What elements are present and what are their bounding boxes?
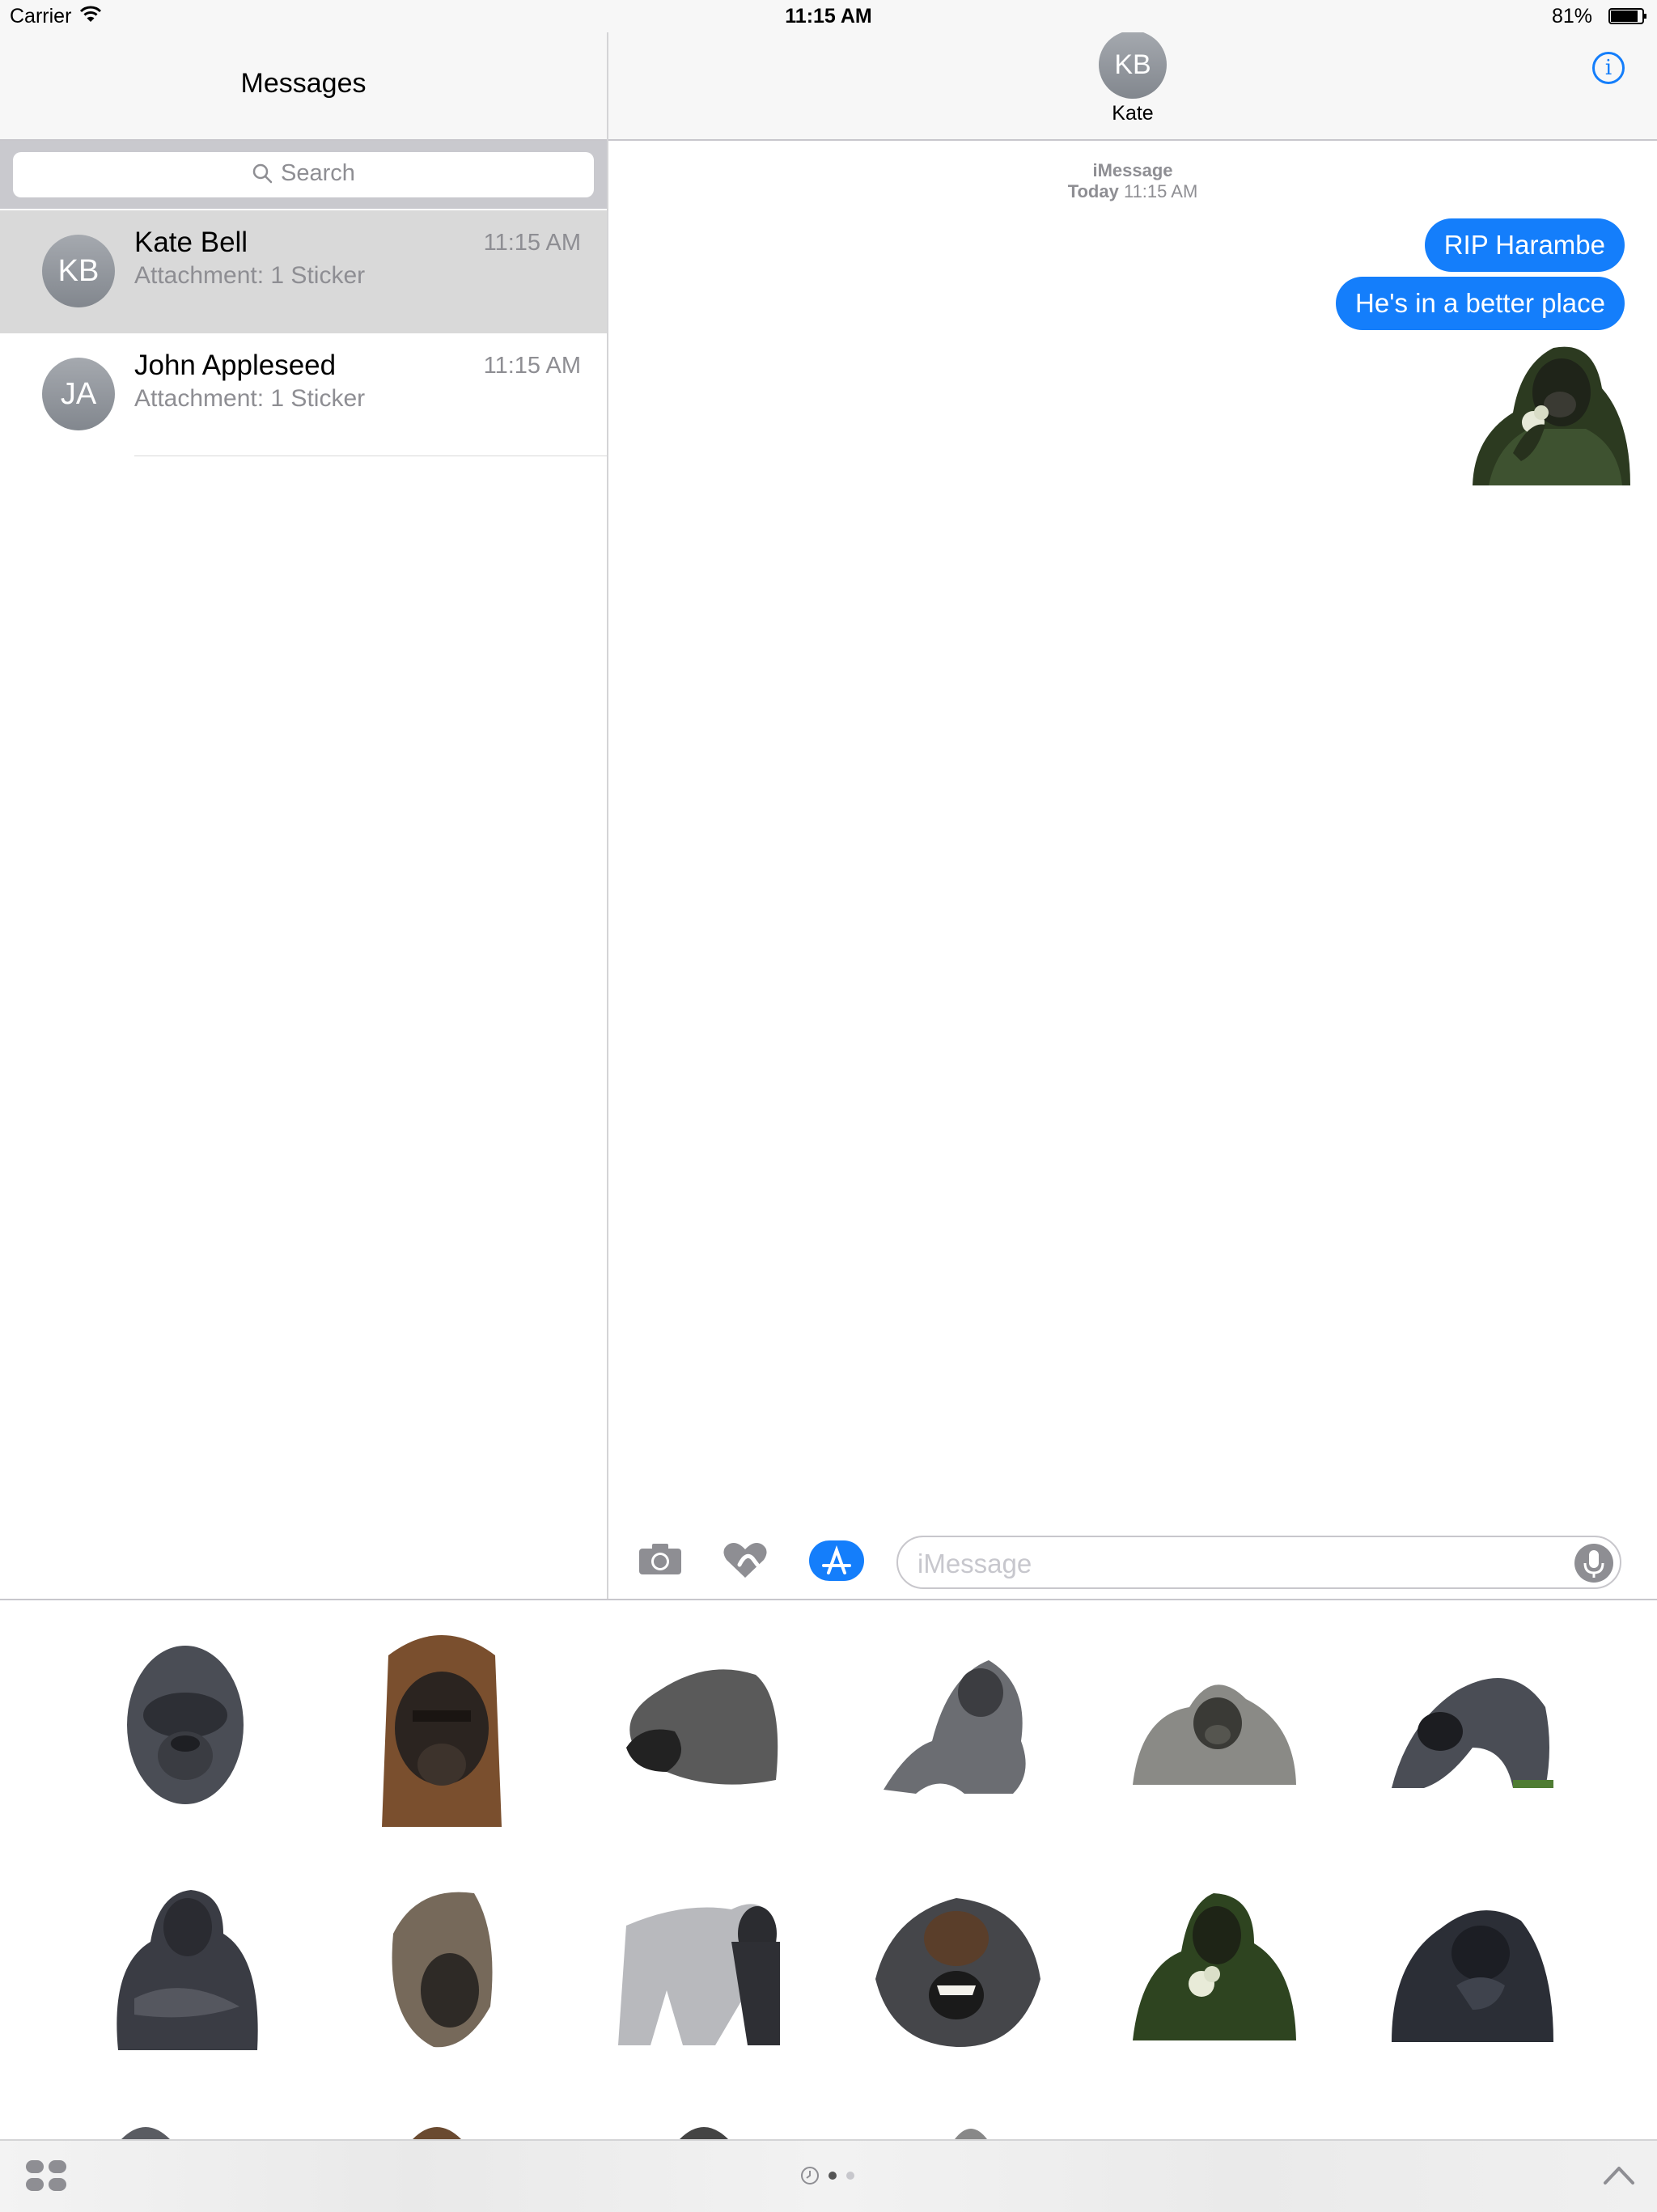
search-input[interactable]: Search <box>13 152 594 197</box>
sticker-gorilla-face-front[interactable] <box>125 1642 246 1807</box>
info-icon[interactable]: i <box>1592 52 1625 84</box>
app-drawer-bar <box>0 2139 1657 2212</box>
sticker-gorilla-face-brown[interactable] <box>380 1623 503 1827</box>
conversation-time: 11:15 AM <box>483 230 581 256</box>
conversation-sidebar: Messages Search KB Kate Bell Attachment:… <box>0 0 608 1599</box>
sticker-gorilla-knuckle-walk[interactable] <box>1392 1659 1553 1790</box>
status-time: 11:15 AM <box>785 5 872 28</box>
sticker-partial[interactable] <box>955 2125 987 2139</box>
app-drawer-icon[interactable] <box>24 2157 68 2198</box>
sent-message-bubble[interactable]: RIP Harambe <box>1424 218 1625 272</box>
sticker-partial[interactable] <box>121 2123 170 2139</box>
sticker-gorilla-profile-head[interactable] <box>618 1659 782 1791</box>
avatar: KB <box>42 235 115 307</box>
status-bar: Carrier 11:15 AM 81% <box>0 0 1657 32</box>
conversation-time: 11:15 AM <box>483 353 581 379</box>
page-indicator-dot-active[interactable] <box>828 2172 837 2180</box>
sticker-gorilla-holding-flower[interactable] <box>1133 1887 1296 2045</box>
sticker-gorilla-head-tilted[interactable] <box>385 1885 498 2050</box>
recents-clock-icon[interactable] <box>799 2165 820 2190</box>
search-placeholder: Search <box>281 160 355 186</box>
sticker-gorilla-open-mouth[interactable] <box>875 1890 1040 2049</box>
message-input[interactable]: iMessage <box>896 1536 1621 1589</box>
sticker-gorilla-sitting[interactable] <box>1133 1667 1296 1785</box>
chevron-up-icon[interactable] <box>1602 2163 1636 2190</box>
microphone-icon[interactable] <box>1574 1544 1613 1583</box>
sidebar-title: Messages <box>240 68 367 99</box>
conversation-preview: Attachment: 1 Sticker <box>134 262 366 289</box>
battery-percent: 81% <box>1551 5 1592 28</box>
message-placeholder: iMessage <box>917 1549 1032 1578</box>
conversation-name: John Appleseed <box>134 350 337 381</box>
sticker-partial[interactable] <box>680 2123 728 2139</box>
sent-message-bubble[interactable]: He's in a better place <box>1336 277 1625 330</box>
search-bar: Search <box>0 141 607 209</box>
sticker-gorilla-seated-arms-crossed[interactable] <box>110 1885 262 2050</box>
contact-name[interactable]: Kate <box>608 102 1657 125</box>
sticker-silverback-side[interactable] <box>618 1893 780 2045</box>
conversation-row-john-appleseed[interactable]: JA John Appleseed Attachment: 1 Sticker … <box>0 333 607 456</box>
sticker-gorilla-crouching[interactable] <box>875 1652 1037 1798</box>
conversation-name: Kate Bell <box>134 227 248 258</box>
camera-icon[interactable] <box>638 1542 683 1580</box>
conversation-row-kate-bell[interactable]: KB Kate Bell Attachment: 1 Sticker 11:15… <box>0 210 607 333</box>
app-store-icon[interactable] <box>809 1540 864 1581</box>
sent-sticker-gorilla-holding-flower[interactable] <box>1464 332 1636 494</box>
battery-icon <box>1608 8 1647 24</box>
sticker-drawer <box>0 1599 1657 2212</box>
sticker-partial[interactable] <box>413 2123 461 2139</box>
message-service-label: iMessage <box>1092 160 1173 180</box>
contact-avatar[interactable]: KB <box>1099 31 1167 99</box>
conversation-preview: Attachment: 1 Sticker <box>134 385 366 412</box>
timestamp-time: 11:15 AM <box>1123 181 1198 201</box>
search-icon <box>252 163 273 184</box>
timestamp-day: Today <box>1067 181 1119 201</box>
message-timestamp: Today 11:15 AM <box>608 181 1657 202</box>
avatar: JA <box>42 358 115 430</box>
page-indicator-dot[interactable] <box>846 2172 854 2180</box>
digital-touch-icon[interactable] <box>722 1540 769 1583</box>
sticker-gorilla-hand-to-mouth[interactable] <box>1392 1896 1553 2044</box>
compose-bar: iMessage <box>608 1521 1657 1599</box>
